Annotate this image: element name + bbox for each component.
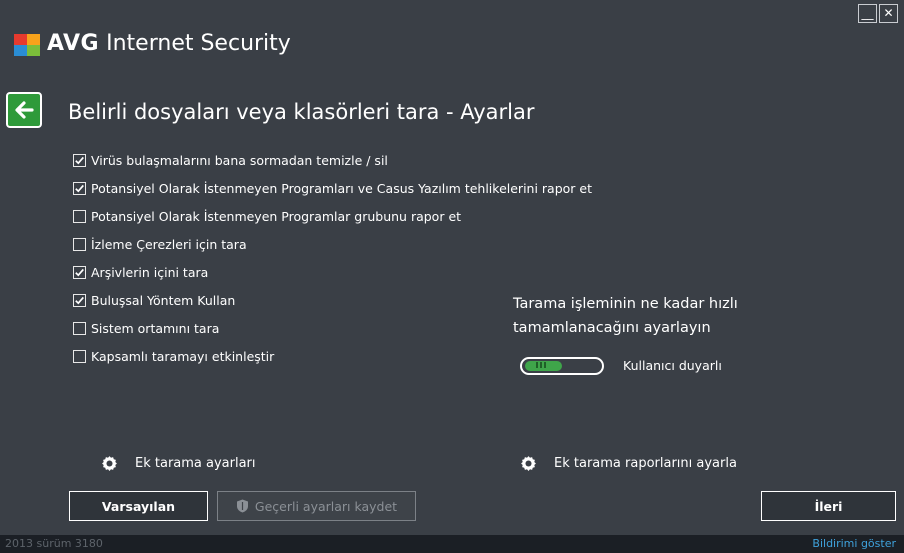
back-button[interactable] xyxy=(6,92,42,128)
option-row[interactable]: Arşivlerin içini tara xyxy=(73,258,592,286)
option-label: Arşivlerin içini tara xyxy=(91,264,209,280)
option-label: İzleme Çerezleri için tara xyxy=(91,236,247,252)
option-label: Kapsamlı taramayı etkinleştir xyxy=(91,348,275,364)
checkmark-icon xyxy=(75,268,84,276)
checkbox-checked[interactable] xyxy=(73,265,86,279)
show-notification-link[interactable]: Bildirimi göster xyxy=(812,537,896,550)
extra-scan-settings-label: Ek tarama ayarları xyxy=(135,456,256,471)
avg-logo-icon xyxy=(14,34,40,56)
option-row[interactable]: Potansiyel Olarak İstenmeyen Programları… xyxy=(73,174,592,202)
version-text: 2013 sürüm 3180 xyxy=(5,537,103,550)
scan-speed-slider[interactable] xyxy=(520,357,604,375)
minimize-button[interactable]: __ xyxy=(858,4,877,23)
avg-window: AVG Internet Security __ ✕ Belirli dosya… xyxy=(0,0,904,553)
extra-scan-settings-link[interactable]: Ek tarama ayarları xyxy=(101,455,256,472)
extra-report-settings-link[interactable]: Ek tarama raporlarını ayarla xyxy=(520,455,737,472)
extra-report-settings-label: Ek tarama raporlarını ayarla xyxy=(554,456,737,471)
title-bar[interactable]: AVG Internet Security __ ✕ xyxy=(0,0,904,70)
checkbox-checked[interactable] xyxy=(73,293,86,307)
checkbox-unchecked[interactable] xyxy=(73,209,86,223)
arrow-left-icon xyxy=(15,101,34,119)
option-label: Buluşsal Yöntem Kullan xyxy=(91,292,236,308)
next-button[interactable]: İleri xyxy=(761,491,896,521)
slider-grip-icon[interactable] xyxy=(536,362,546,368)
option-row[interactable]: Virüs bulaşmalarını bana sormadan temizl… xyxy=(73,146,592,174)
save-current-settings-button[interactable]: Geçerli ayarları kaydet xyxy=(217,491,416,521)
option-row[interactable]: Kapsamlı taramayı etkinleştir xyxy=(73,342,592,370)
save-current-settings-label: Geçerli ayarları kaydet xyxy=(254,498,398,514)
scan-speed-value: Kullanıcı duyarlı xyxy=(623,358,722,373)
option-label: Potansiyel Olarak İstenmeyen Programları… xyxy=(91,180,592,196)
checkbox-unchecked[interactable] xyxy=(73,321,86,335)
option-row[interactable]: Potansiyel Olarak İstenmeyen Programlar … xyxy=(73,202,592,230)
checkbox-checked[interactable] xyxy=(73,153,86,167)
app-title: AVG Internet Security xyxy=(47,31,291,56)
gear-icon xyxy=(521,456,536,471)
shield-icon xyxy=(236,499,248,513)
checkmark-icon xyxy=(75,184,84,192)
checkbox-checked[interactable] xyxy=(73,181,86,195)
checkbox-unchecked[interactable] xyxy=(73,349,86,363)
gear-icon xyxy=(102,456,117,471)
page-title: Belirli dosyaları veya klasörleri tara -… xyxy=(68,100,535,124)
close-button[interactable]: ✕ xyxy=(879,4,898,23)
option-row[interactable]: İzleme Çerezleri için tara xyxy=(73,230,592,258)
checkmark-icon xyxy=(75,156,84,164)
scan-speed-heading: Tarama işleminin ne kadar hızlı tamamlan… xyxy=(513,296,738,336)
default-button[interactable]: Varsayılan xyxy=(69,491,208,521)
option-label: Sistem ortamını tara xyxy=(91,320,220,336)
window-controls: __ ✕ xyxy=(858,4,898,23)
checkbox-unchecked[interactable] xyxy=(73,237,86,251)
checkmark-icon xyxy=(75,296,84,304)
option-label: Virüs bulaşmalarını bana sormadan temizl… xyxy=(91,152,388,168)
option-label: Potansiyel Olarak İstenmeyen Programlar … xyxy=(91,208,462,224)
status-bar: 2013 sürüm 3180 Bildirimi göster xyxy=(0,535,904,553)
